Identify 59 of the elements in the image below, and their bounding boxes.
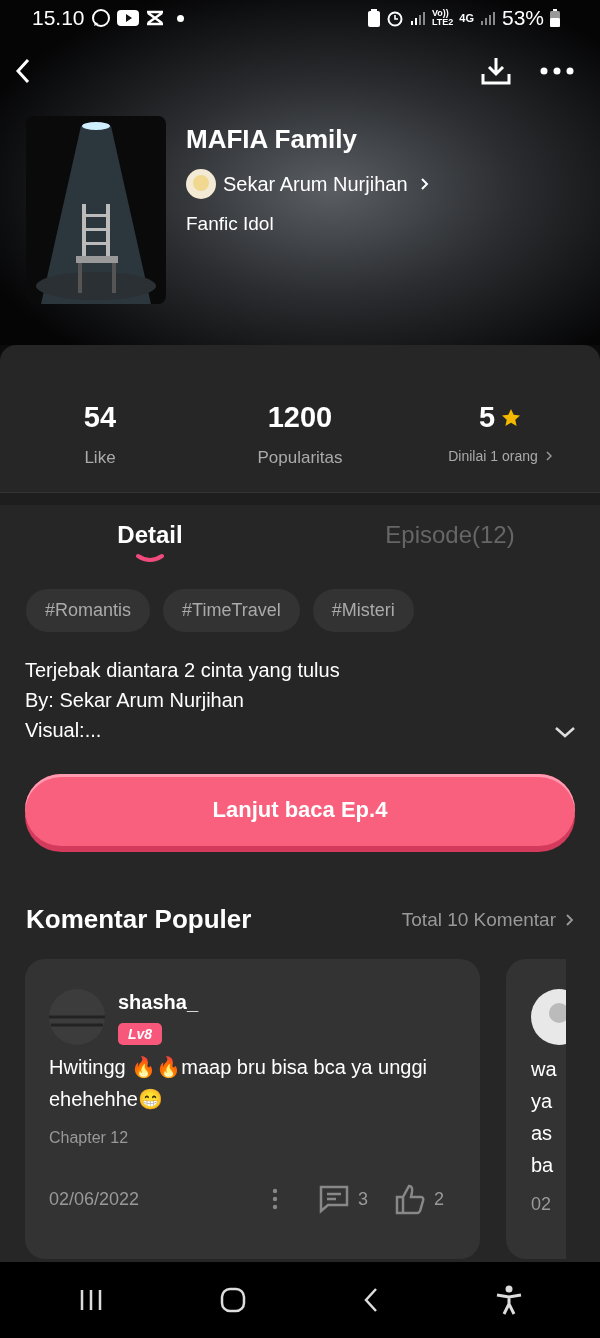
download-icon[interactable] [480, 56, 512, 86]
youtube-icon [116, 10, 139, 26]
comment-icon[interactable] [317, 1184, 350, 1214]
stat-value: 1200 [267, 401, 333, 434]
comment-date: 02/06/2022 [49, 1188, 140, 1210]
more-icon[interactable] [540, 67, 574, 75]
thumbs-up-icon[interactable] [394, 1183, 426, 1215]
user-avatar-icon [531, 989, 566, 1045]
username: shasha_ [118, 991, 199, 1014]
tab-indicator-icon [135, 553, 165, 563]
battery-icon [550, 9, 560, 27]
tag-chip[interactable]: #TimeTravel [163, 589, 300, 632]
stat-value: 5 [478, 401, 496, 434]
tag-chip[interactable]: #Misteri [312, 589, 414, 632]
tab[interactable]: Detail [117, 521, 183, 549]
description-line: Visual:... [25, 719, 103, 742]
alarm-icon [385, 9, 404, 27]
comment-text: ya [531, 1089, 554, 1114]
recents-icon[interactable] [78, 1289, 103, 1311]
comment-text: Hwitingg 🔥🔥maap bru bisa bca ya unggi ehehehhe😁 [49, 1055, 428, 1112]
genre-label: Fanfic Idol [186, 213, 275, 235]
status-time: 15.10 [32, 6, 85, 30]
description-line: By: Sekar Arum Nurjihan [25, 689, 245, 712]
stat-label: Popularitas [257, 448, 343, 468]
back-icon[interactable] [362, 1287, 379, 1313]
accessibility-icon[interactable] [495, 1285, 522, 1315]
reply-count: 3 [357, 1188, 368, 1210]
like-count: 2 [434, 1188, 444, 1210]
signal-icon [479, 10, 496, 26]
lte-label: LTE2 [431, 18, 454, 27]
more-vertical-icon[interactable] [271, 1188, 278, 1210]
chevron-right-icon[interactable] [566, 913, 574, 926]
user-avatar-icon [49, 989, 105, 1045]
chapter-label: Chapter 12 [49, 1129, 130, 1147]
volte-label: Vo)) [431, 9, 449, 18]
notification-dot-icon [176, 14, 184, 22]
back-icon[interactable] [14, 57, 32, 85]
home-icon[interactable] [219, 1287, 246, 1313]
section-title: Komentar Populer [26, 904, 252, 935]
tag-chip[interactable]: #Romantis [26, 589, 151, 632]
total-comments-link[interactable]: Total 10 Komentar [401, 908, 556, 931]
stat-value: 54 [83, 401, 117, 434]
comment-text: ba [531, 1153, 555, 1178]
signal-icon [409, 10, 426, 26]
author-link[interactable]: Sekar Arum Nurjihan [223, 172, 408, 196]
comment-date: 02 [531, 1194, 553, 1215]
battery-percent: 53% [501, 6, 544, 30]
description-line: Terjebak diantara 2 cinta yang tulus [25, 659, 341, 682]
chevron-right-icon[interactable] [545, 451, 552, 461]
comment-text: as [531, 1121, 554, 1146]
book-title: MAFIA Family [186, 124, 358, 155]
level-badge: Lv8 [118, 1023, 163, 1045]
network-label: 4G [459, 12, 474, 24]
stat-label[interactable]: Dinilai 1 orang [448, 448, 538, 464]
expand-chevron-icon[interactable] [554, 726, 576, 738]
avatar-icon [186, 169, 216, 199]
comment-text: wa [531, 1057, 558, 1082]
star-icon [501, 407, 522, 428]
stat-label: Like [84, 448, 116, 468]
